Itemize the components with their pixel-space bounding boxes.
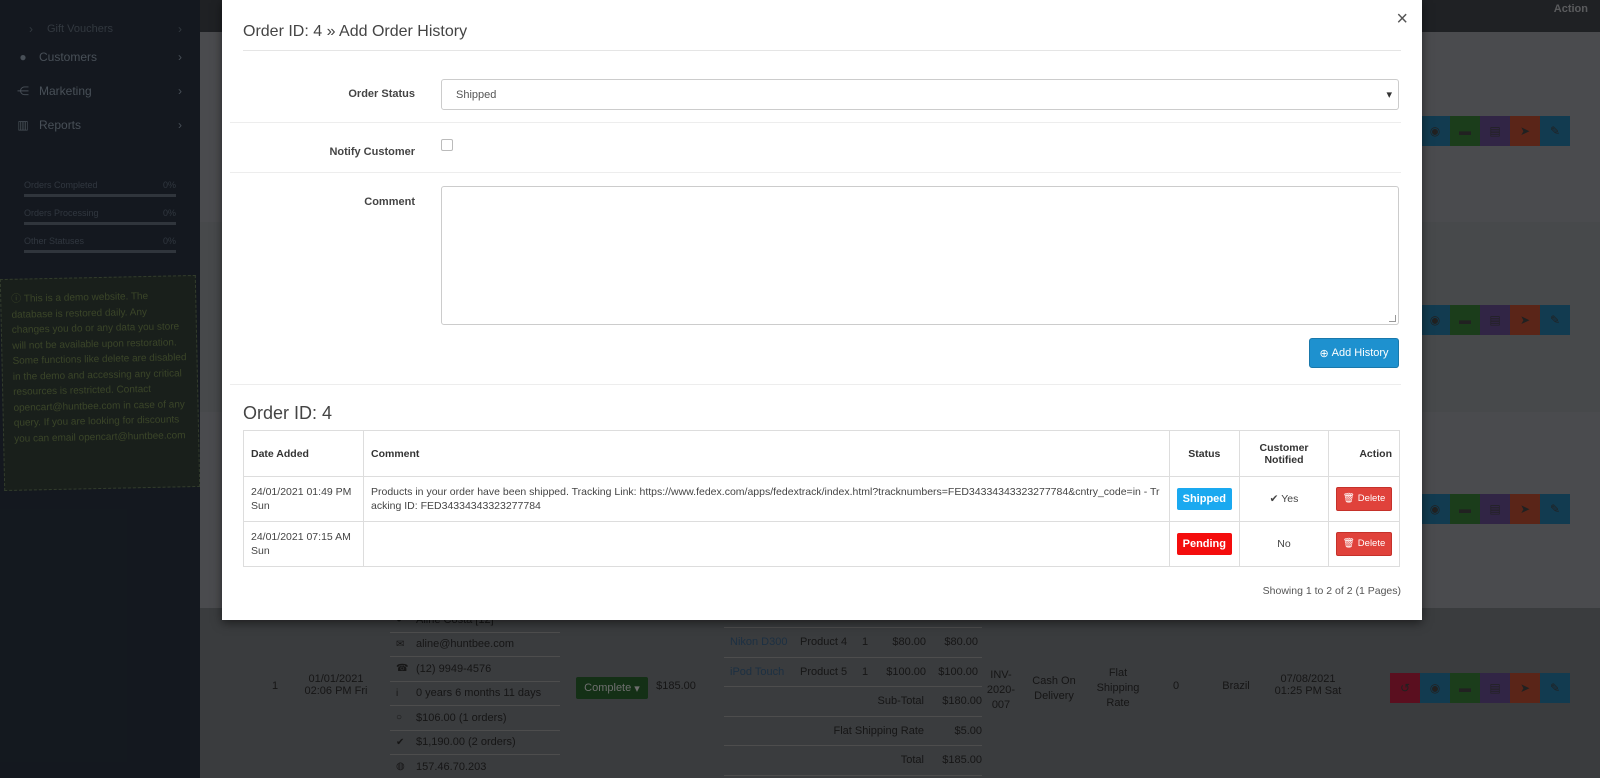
row-comment xyxy=(363,521,1170,567)
close-icon[interactable]: × xyxy=(1396,9,1408,29)
order-status-label: Order Status xyxy=(348,88,415,100)
notified-value: No xyxy=(1277,538,1291,550)
add-history-button[interactable]: ⊕ Add History xyxy=(1309,338,1399,368)
col-customer-notified: Customer Notified xyxy=(1239,430,1329,477)
check-circle-icon: ✔ xyxy=(1269,493,1279,505)
delete-button[interactable]: 🗑 Delete xyxy=(1336,532,1392,556)
row-notified: No xyxy=(1239,521,1329,567)
notify-customer-label: Notify Customer xyxy=(329,146,415,158)
resize-handle[interactable] xyxy=(1389,315,1396,322)
status-badge: Pending xyxy=(1176,533,1232,555)
history-title: Order ID: 4 xyxy=(243,403,333,423)
row-date-added: 24/01/2021 01:49 PM Sun xyxy=(243,476,364,522)
col-status: Status xyxy=(1168,430,1241,477)
col-comment: Comment xyxy=(363,430,1170,477)
notify-row: Notify Customer xyxy=(230,123,1401,173)
comment-textarea[interactable] xyxy=(441,186,1399,325)
delete-button[interactable]: 🗑 Delete xyxy=(1336,487,1392,511)
history-table: Date Added Comment Status Customer Notif… xyxy=(243,430,1400,567)
add-history-label: Add History xyxy=(1331,347,1389,359)
order-status-value: Shipped xyxy=(456,88,497,101)
divider xyxy=(230,384,1401,385)
order-status-select[interactable]: Shipped ▾ xyxy=(441,79,1399,110)
row-action: 🗑 Delete xyxy=(1328,521,1400,567)
row-status: Shipped xyxy=(1168,476,1241,522)
row-notified: ✔ Yes xyxy=(1239,476,1329,522)
chevron-down-icon: ▾ xyxy=(1386,89,1392,101)
delete-label: Delete xyxy=(1357,538,1386,549)
trash-icon: 🗑 xyxy=(1342,493,1355,504)
pagination-summary: Showing 1 to 2 of 2 (1 Pages) xyxy=(1262,585,1401,597)
delete-label: Delete xyxy=(1357,493,1386,504)
row-status: Pending xyxy=(1168,521,1241,567)
col-date-added: Date Added xyxy=(243,430,364,477)
modal-title: Order ID: 4 » Add Order History xyxy=(243,23,468,40)
col-action: Action xyxy=(1328,430,1400,477)
row-comment: Products in your order have been shipped… xyxy=(363,476,1170,522)
table-row: 24/01/2021 07:15 AM Sun Pending No 🗑 Dele… xyxy=(243,521,1400,567)
status-badge: Shipped xyxy=(1176,488,1232,510)
notify-customer-checkbox[interactable] xyxy=(441,139,453,151)
trash-icon: 🗑 xyxy=(1342,538,1355,549)
row-date-added: 24/01/2021 07:15 AM Sun xyxy=(243,521,364,567)
history-table-header: Date Added Comment Status Customer Notif… xyxy=(243,430,1400,477)
order-history-modal: × Order ID: 4 » Add Order History Order … xyxy=(222,0,1422,620)
plus-circle-icon: ⊕ xyxy=(1319,347,1329,360)
row-action: 🗑 Delete xyxy=(1328,476,1400,522)
notified-value: Yes xyxy=(1281,493,1299,505)
comment-label: Comment xyxy=(364,196,415,208)
table-row: 24/01/2021 01:49 PM Sun Products in your… xyxy=(243,476,1400,522)
